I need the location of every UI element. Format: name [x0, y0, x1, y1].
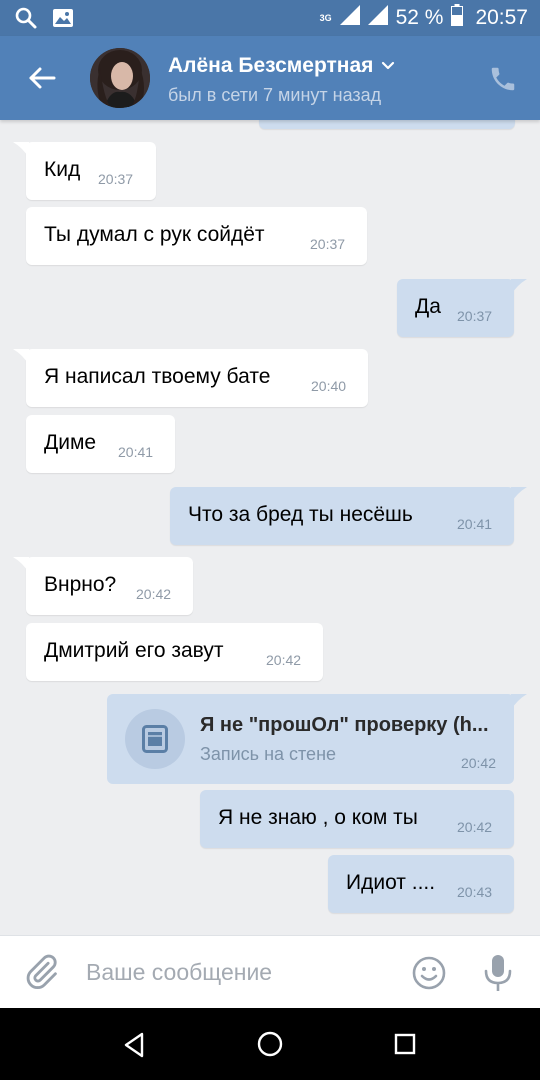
- message-time: 20:42: [460, 755, 496, 771]
- message-text: Что за бред ты несёшь: [188, 503, 413, 526]
- emoji-button[interactable]: [411, 955, 447, 991]
- battery-icon: [451, 4, 464, 32]
- network-type: 3G: [319, 12, 332, 23]
- message-time: 20:37: [310, 236, 346, 252]
- wall-post-icon: [125, 709, 185, 769]
- signal-icon: [339, 5, 360, 31]
- message-text: Дмитрий его завут: [44, 639, 224, 662]
- call-button[interactable]: [488, 64, 518, 94]
- bubble-tail: [511, 487, 527, 503]
- message-text: Да: [415, 295, 441, 318]
- message-bubble-outgoing[interactable]: Да 20:37: [397, 279, 527, 337]
- nav-home-button[interactable]: [256, 1030, 284, 1058]
- message-time: 20:41: [118, 444, 154, 460]
- message-text: Диме: [44, 431, 97, 454]
- bubble-tail: [511, 279, 527, 295]
- arrow-left-icon: [29, 67, 56, 89]
- bubble-tail: [13, 557, 29, 573]
- paperclip-icon: [26, 954, 57, 990]
- wall-post-subtitle: Запись на стене: [200, 744, 337, 764]
- message-bubble-incoming[interactable]: Диме 20:41: [26, 415, 175, 473]
- message-bubble-previous: [259, 120, 515, 129]
- voice-record-button[interactable]: [482, 953, 514, 993]
- clock: 20:57: [475, 6, 528, 29]
- message-composer: [0, 935, 540, 1008]
- signal-icon-2: [367, 5, 388, 31]
- back-button[interactable]: [20, 58, 64, 98]
- nav-recents-button[interactable]: [392, 1031, 418, 1057]
- message-bubble-incoming[interactable]: Ты думал с рук сойдёт 20:37: [26, 207, 367, 265]
- message-text: Идиот ....: [346, 871, 436, 894]
- message-text: Внрно?: [44, 573, 117, 596]
- message-bubble-incoming[interactable]: Дмитрий его завут 20:42: [26, 623, 323, 681]
- message-bubble-outgoing[interactable]: Я не знаю , о ком ты 20:42: [200, 790, 514, 848]
- search-icon: [14, 6, 38, 35]
- bubble-tail: [13, 142, 29, 158]
- message-input[interactable]: [86, 954, 386, 990]
- phone-icon: [491, 67, 515, 91]
- message-bubble-incoming[interactable]: Внрно? 20:42: [13, 557, 193, 615]
- battery-percent: 52 %: [395, 6, 444, 29]
- microphone-icon: [484, 955, 512, 991]
- smile-icon: [412, 956, 446, 990]
- message-list[interactable]: Кид 20:37 Ты думал с рук сойдёт 20:37 Да…: [0, 120, 540, 935]
- message-time: 20:40: [311, 378, 347, 394]
- message-time: 20:41: [457, 516, 493, 532]
- message-text: Я не знаю , о ком ты: [218, 806, 418, 829]
- chat-header: Алёна Безсмертная был в сети 7 минут наз…: [0, 36, 540, 120]
- message-text: Я написал твоему бате: [44, 365, 271, 388]
- message-bubble-outgoing[interactable]: Идиот .... 20:43: [328, 855, 514, 913]
- contact-name: Алёна Безсмертная: [168, 54, 374, 77]
- message-bubble-incoming[interactable]: Кид 20:37: [13, 142, 156, 200]
- message-time: 20:42: [457, 819, 493, 835]
- wall-post-title: Я не "прошОл" проверку (h...: [200, 714, 489, 736]
- avatar[interactable]: [90, 48, 150, 108]
- last-seen-status: был в сети 7 минут назад: [168, 85, 382, 105]
- message-time: 20:42: [136, 586, 172, 602]
- image-icon: [52, 7, 74, 34]
- circle-home-icon: [257, 1031, 283, 1057]
- message-text: Ты думал с рук сойдёт: [44, 223, 265, 246]
- system-navigation-bar: [0, 1008, 540, 1080]
- contact-name-dropdown[interactable]: Алёна Безсмертная: [168, 54, 395, 78]
- message-bubble-outgoing[interactable]: Что за бред ты несёшь 20:41: [170, 487, 527, 545]
- attach-button[interactable]: [22, 953, 60, 991]
- message-time: 20:42: [266, 652, 302, 668]
- message-time: 20:43: [457, 884, 493, 900]
- message-time: 20:37: [98, 171, 134, 187]
- bubble-tail: [511, 694, 527, 710]
- message-text: Кид: [44, 158, 81, 181]
- status-bar: 3G 52 % 20:57: [0, 0, 540, 36]
- wall-post-attachment[interactable]: Я не "прошОл" проверку (h... Запись на с…: [107, 694, 527, 784]
- nav-back-button[interactable]: [120, 1030, 150, 1060]
- message-bubble-incoming[interactable]: Я написал твоему бате 20:40: [13, 349, 368, 407]
- square-recents-icon: [394, 1033, 416, 1055]
- bubble-tail: [13, 349, 29, 365]
- chevron-down-icon: [382, 61, 395, 70]
- triangle-back-icon: [124, 1032, 144, 1058]
- message-time: 20:37: [457, 308, 493, 324]
